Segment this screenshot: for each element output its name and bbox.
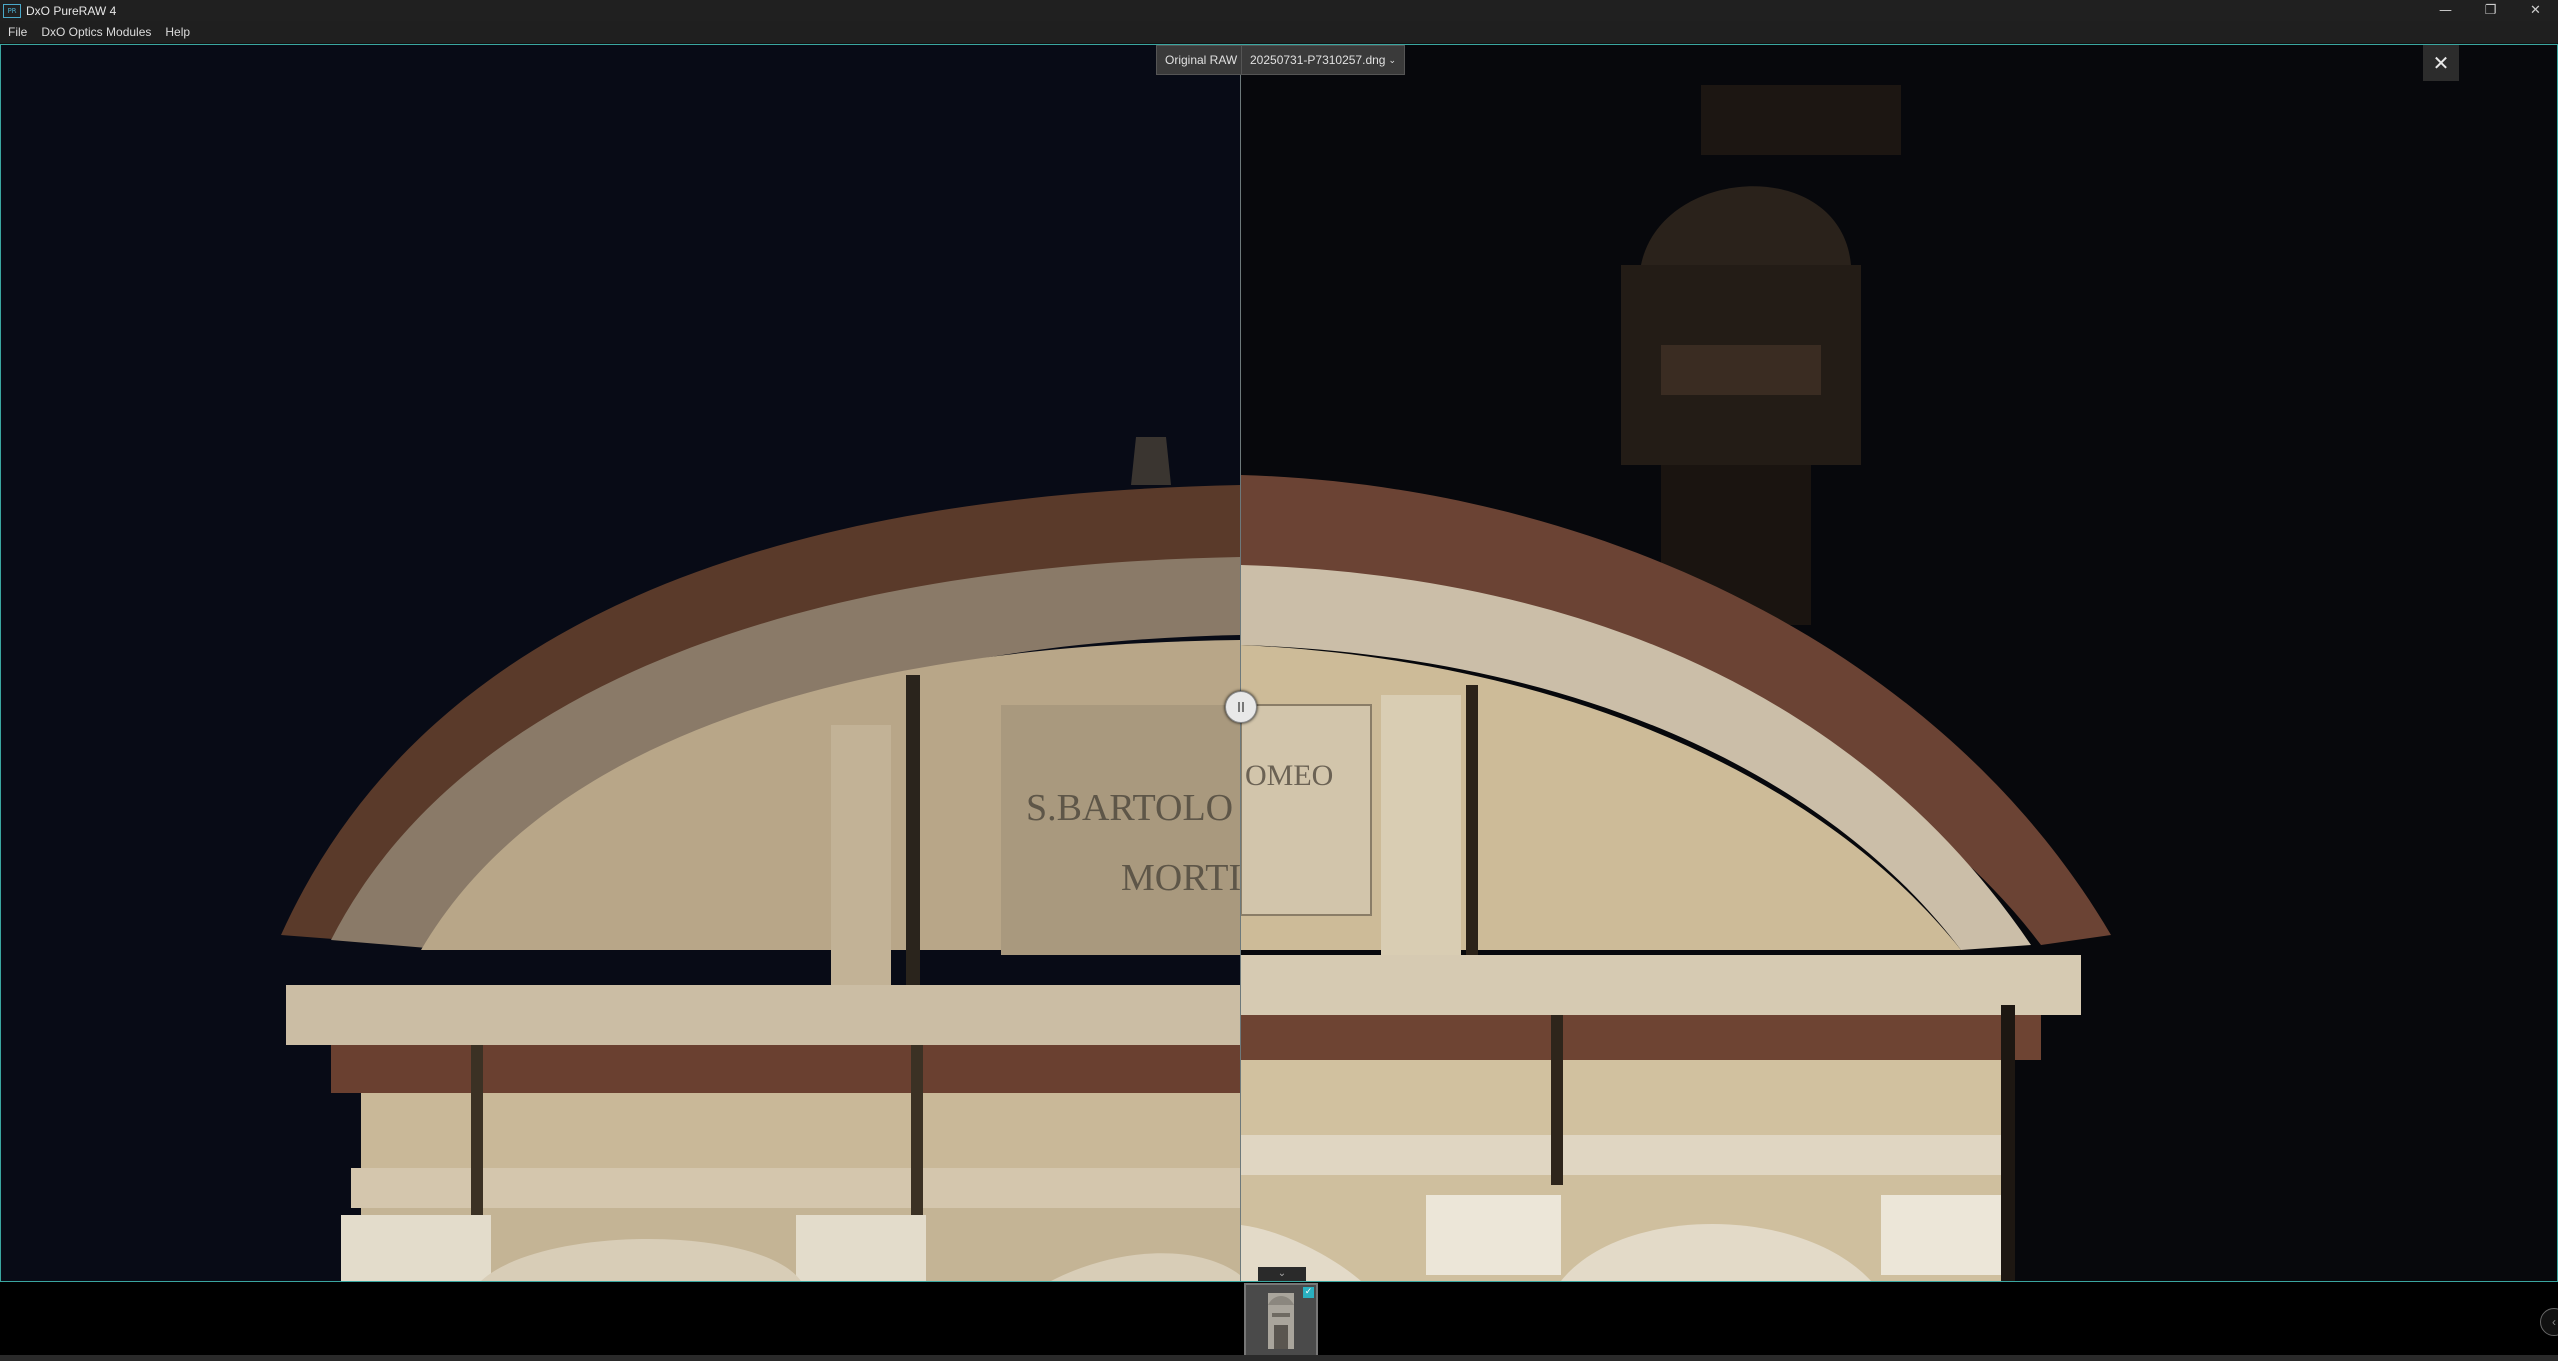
inscription-right: OMEO [1245,759,1333,792]
window-controls: — ❐ ✕ [2423,0,2558,21]
filmstrip-toggle-icon[interactable]: ⌄ [1258,1267,1306,1281]
menu-help[interactable]: Help [159,25,196,39]
file-selector-dropdown[interactable]: 20250731-P7310257.dng ⌄ [1241,45,1406,75]
split-handle-icon[interactable] [1225,691,1257,723]
comparison-viewer[interactable]: S.BARTOLO MORTI OMEO Original RAW 202507… [0,44,2558,1282]
close-viewer-icon[interactable]: ✕ [2423,45,2459,81]
processed-photo: OMEO [1241,45,2557,1281]
split-divider[interactable] [1240,45,1241,1281]
file-name-label: 20250731-P7310257.dng [1250,53,1386,67]
menu-file[interactable]: File [2,25,33,39]
title-bar: PR DxO PureRAW 4 — ❐ ✕ [0,0,2558,21]
menu-dxo-optics-modules[interactable]: DxO Optics Modules [35,25,157,39]
original-raw-button[interactable]: Original RAW [1156,45,1247,75]
original-image-pane: S.BARTOLO MORTI [1,45,1240,1281]
thumbnail[interactable]: ✓ [1244,1283,1318,1357]
selected-check-icon[interactable]: ✓ [1303,1287,1314,1298]
restore-icon[interactable]: ❐ [2468,0,2513,21]
original-photo: S.BARTOLO MORTI [1,45,1240,1281]
window-title: DxO PureRAW 4 [26,3,117,18]
processed-image-pane: OMEO [1241,45,2557,1281]
chevron-down-icon: ⌄ [1388,55,1397,65]
bottom-bar [0,1355,2558,1361]
app-logo-icon: PR [3,3,21,18]
minimize-icon[interactable]: — [2423,0,2468,21]
close-window-icon[interactable]: ✕ [2513,0,2558,21]
menu-bar: File DxO Optics Modules Help [0,21,2558,44]
